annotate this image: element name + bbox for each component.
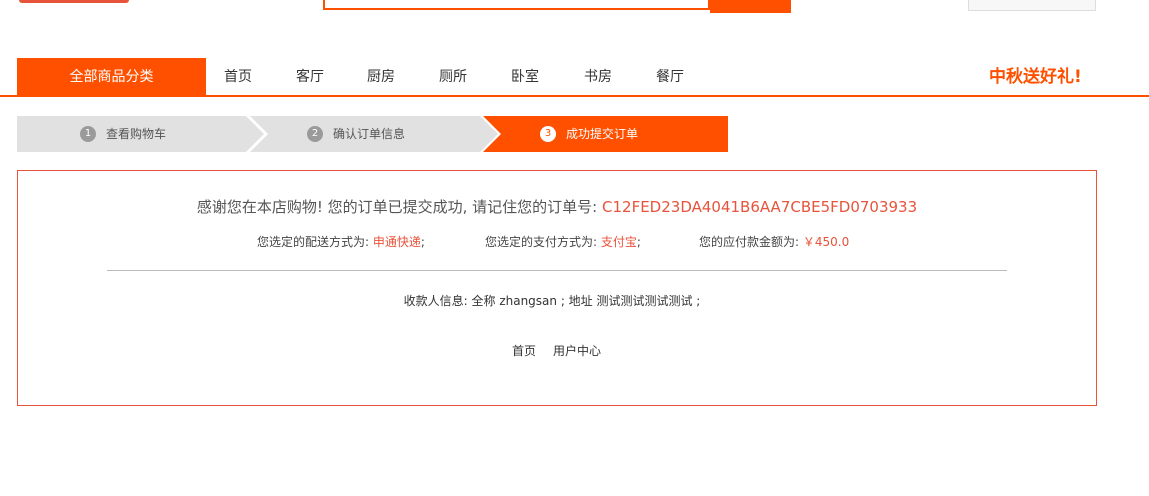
shipping-info: 您选定的配送方式为: 申通快递; bbox=[257, 233, 425, 250]
order-progress-steps: 1 查看购物车 2 确认订单信息 3 成功提交订单 bbox=[17, 116, 728, 152]
thanks-message: 感谢您在本店购物! 您的订单已提交成功, 请记住您的订单号: C12FED23D… bbox=[0, 196, 1114, 217]
search-button[interactable] bbox=[710, 0, 791, 13]
shipping-value: 申通快递 bbox=[372, 235, 421, 249]
payment-label: 您选定的支付方式为: bbox=[485, 235, 598, 249]
payment-sep: ; bbox=[636, 235, 641, 249]
home-link[interactable]: 首页 bbox=[512, 342, 536, 359]
user-center-link[interactable]: 用户中心 bbox=[553, 342, 601, 359]
step-3: 3 成功提交订单 bbox=[540, 116, 638, 152]
nav-item-dining[interactable]: 餐厅 bbox=[656, 58, 684, 96]
thanks-text: 感谢您在本店购物! 您的订单已提交成功, 请记住您的订单号: bbox=[196, 198, 603, 216]
step-1: 1 查看购物车 bbox=[80, 116, 166, 152]
logo[interactable] bbox=[19, 0, 129, 3]
step-2-label: 确认订单信息 bbox=[333, 127, 406, 141]
nav-item-kitchen[interactable]: 厨房 bbox=[367, 58, 395, 96]
amount-info: 您的应付款金额为: ￥450.0 bbox=[699, 233, 849, 250]
receiver-info: 收款人信息: 全称 zhangsan ; 地址 测试测试测试测试 ; bbox=[403, 294, 701, 308]
amount-value: ￥450.0 bbox=[802, 235, 850, 249]
step-3-number: 3 bbox=[540, 126, 556, 142]
payment-value: 支付宝 bbox=[600, 235, 637, 249]
step-2: 2 确认订单信息 bbox=[307, 116, 405, 152]
nav-item-home[interactable]: 首页 bbox=[224, 58, 252, 96]
promo-banner[interactable]: 中秋送好礼! bbox=[989, 58, 1082, 96]
nav-item-study[interactable]: 书房 bbox=[584, 58, 612, 96]
nav-item-bedroom[interactable]: 卧室 bbox=[511, 58, 539, 96]
nav-item-living-room[interactable]: 客厅 bbox=[296, 58, 324, 96]
step-3-label: 成功提交订单 bbox=[566, 127, 639, 141]
amount-label: 您的应付款金额为: bbox=[699, 235, 800, 249]
step-1-label: 查看购物车 bbox=[106, 127, 167, 141]
shipping-sep: ; bbox=[420, 235, 425, 249]
all-categories-button[interactable]: 全部商品分类 bbox=[17, 58, 206, 96]
cart-button[interactable] bbox=[968, 0, 1096, 11]
shipping-label: 您选定的配送方式为: bbox=[257, 235, 370, 249]
search-input[interactable] bbox=[323, 0, 710, 10]
panel-divider bbox=[107, 270, 1007, 271]
payment-info: 您选定的支付方式为: 支付宝; bbox=[485, 233, 641, 250]
nav-item-toilet[interactable]: 厕所 bbox=[439, 58, 467, 96]
step-2-number: 2 bbox=[307, 126, 323, 142]
order-number: C12FED23DA4041B6AA7CBE5FD0703933 bbox=[602, 198, 918, 216]
step-1-number: 1 bbox=[80, 126, 96, 142]
